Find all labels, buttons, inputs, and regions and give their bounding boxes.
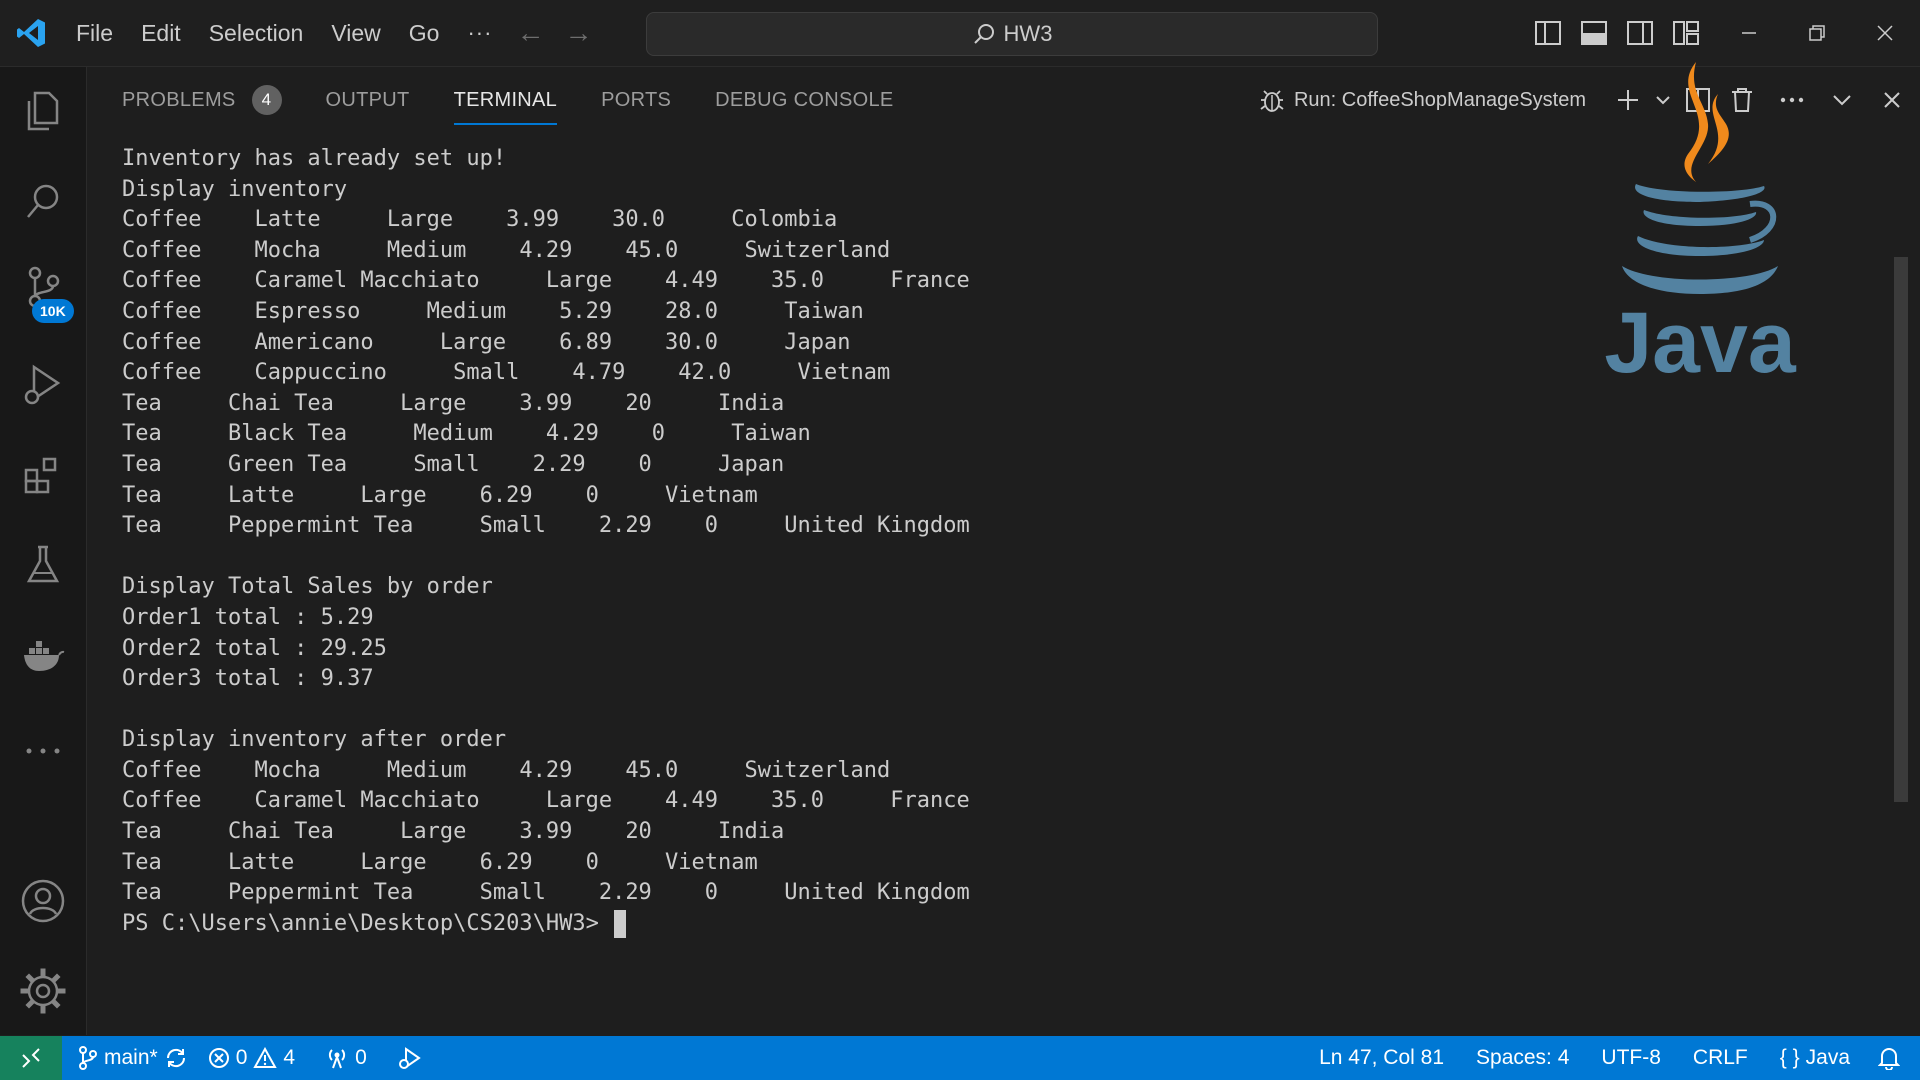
tab-problems[interactable]: PROBLEMS 4 <box>122 67 282 133</box>
problems-indicator[interactable]: 0 4 <box>198 1036 305 1080</box>
cursor-position[interactable]: Ln 47, Col 81 <box>1303 1036 1460 1080</box>
error-count: 0 <box>235 1046 248 1069</box>
indentation[interactable]: Spaces: 4 <box>1460 1036 1585 1080</box>
language-mode[interactable]: { } Java <box>1764 1036 1866 1080</box>
status-right: Ln 47, Col 81 Spaces: 4 UTF-8 CRLF { } J… <box>1303 1036 1920 1080</box>
source-control-icon[interactable]: 10K <box>0 247 86 327</box>
encoding[interactable]: UTF-8 <box>1585 1036 1677 1080</box>
terminal-line: Tea Black Tea Medium 4.29 0 Taiwan <box>122 421 811 447</box>
terminal-output[interactable]: Inventory has already set up! Display in… <box>122 144 1822 1014</box>
terminal-line: Tea Latte Large 6.29 0 Vietnam <box>122 482 758 508</box>
braces-icon: { } <box>1779 1046 1800 1069</box>
menu-view[interactable]: View <box>317 0 394 66</box>
branch-name: main* <box>104 1046 158 1069</box>
tab-ports[interactable]: PORTS <box>601 67 671 133</box>
ports-indicator[interactable]: 0 <box>315 1036 377 1080</box>
terminal-line: Coffee Mocha Medium 4.29 45.0 Switzerlan… <box>122 237 891 263</box>
back-arrow-icon[interactable]: ← <box>506 17 554 49</box>
terminal-line: Tea Green Tea Small 2.29 0 Japan <box>122 451 785 477</box>
terminal-line: Coffee Caramel Macchiato Large 4.49 35.0… <box>122 268 970 294</box>
run-debug-status-icon[interactable] <box>387 1036 433 1080</box>
terminal-line: Coffee Latte Large 3.99 30.0 Colombia <box>122 207 838 233</box>
terminal-line: Coffee Cappuccino Small 4.79 42.0 Vietna… <box>122 360 891 386</box>
menu-go[interactable]: Go <box>395 0 454 66</box>
menu-more[interactable]: ··· <box>453 0 506 66</box>
terminal-line: Display inventory after order <box>122 727 507 753</box>
git-branch-icon <box>79 1046 97 1070</box>
broadcast-icon <box>328 1049 346 1069</box>
terminal-line: Coffee Americano Large 6.89 30.0 Japan <box>122 329 851 355</box>
line-ending[interactable]: CRLF <box>1677 1036 1764 1080</box>
ports-count: 0 <box>355 1046 367 1069</box>
terminal-line: Order2 total : 29.25 <box>122 635 387 661</box>
terminal-line: Order3 total : 9.37 <box>122 666 374 692</box>
terminal-line: Tea Chai Tea Large 3.99 20 India <box>122 390 785 416</box>
command-center-search[interactable]: HW3 <box>646 12 1378 56</box>
tab-terminal[interactable]: TERMINAL <box>453 67 558 133</box>
tab-debug-console[interactable]: DEBUG CONSOLE <box>715 67 893 133</box>
extensions-icon[interactable] <box>0 435 86 515</box>
terminal-line: Coffee Caramel Macchiato Large 4.49 35.0… <box>122 788 970 814</box>
account-icon[interactable] <box>0 861 86 941</box>
settings-gear-icon[interactable] <box>0 951 86 1031</box>
activity-bar: 10K <box>0 67 87 1035</box>
menu-file[interactable]: File <box>62 0 127 66</box>
panel-tabs: PROBLEMS 4 OUTPUT TERMINAL PORTS DEBUG C… <box>87 67 894 133</box>
tab-problems-label: PROBLEMS <box>122 88 236 111</box>
terminal-line: Coffee Espresso Medium 5.29 28.0 Taiwan <box>122 298 864 324</box>
terminal-line: Tea Chai Tea Large 3.99 20 India <box>122 819 785 845</box>
terminal-line: Display inventory <box>122 176 348 202</box>
vscode-logo-icon <box>0 0 62 66</box>
debug-bug-icon <box>1260 90 1284 112</box>
docker-icon[interactable] <box>0 615 86 695</box>
terminal-line: Inventory has already set up! <box>122 146 507 171</box>
terminal-line: Tea Peppermint Tea Small 2.29 0 United K… <box>122 880 970 906</box>
explorer-icon[interactable] <box>0 71 86 151</box>
panel-actions: Run: CoffeeShopManageSystem <box>1258 67 1920 133</box>
error-icon <box>208 1048 229 1068</box>
java-logo-text: Java <box>1604 295 1796 391</box>
search-icon <box>973 24 994 44</box>
testing-flask-icon[interactable] <box>0 525 86 605</box>
terminal-line: Display Total Sales by order <box>122 574 493 600</box>
notifications-bell-icon[interactable] <box>1866 1036 1920 1080</box>
more-views-icon[interactable] <box>0 711 86 791</box>
toggle-primary-sidebar-icon[interactable] <box>1525 0 1571 66</box>
java-logo: Java <box>1600 54 1800 394</box>
close-window-icon[interactable] <box>1851 0 1919 66</box>
terminal-session-selector[interactable]: Run: CoffeeShopManageSystem <box>1258 86 1586 114</box>
search-icon[interactable] <box>0 161 86 241</box>
terminal-scrollbar[interactable] <box>1894 257 1908 802</box>
terminal-line: Tea Latte Large 6.29 0 Vietnam <box>122 849 758 875</box>
run-config-label: Run: CoffeeShopManageSystem <box>1293 88 1586 111</box>
problems-count-badge: 4 <box>251 85 282 115</box>
sync-icon <box>166 1048 185 1068</box>
terminal-cursor <box>614 909 627 938</box>
status-bar: main* 0 4 0 Ln 47, Col 81 Spaces: 4 UTF-… <box>0 1036 1920 1080</box>
run-debug-icon[interactable] <box>0 345 86 425</box>
terminal-line: Tea Peppermint Tea Small 2.29 0 United K… <box>122 513 970 539</box>
menu-selection[interactable]: Selection <box>195 0 318 66</box>
remote-indicator-icon[interactable] <box>0 1036 62 1080</box>
forward-arrow-icon[interactable]: → <box>554 17 602 49</box>
warning-count: 4 <box>283 1046 296 1069</box>
collapse-panel-chevron-icon[interactable] <box>1820 67 1864 133</box>
terminal-prompt: PS C:\Users\annie\Desktop\CS203\HW3> <box>122 910 613 936</box>
branch-indicator[interactable]: main* <box>68 1036 198 1080</box>
menu-edit[interactable]: Edit <box>127 0 195 66</box>
terminal-prompt-line[interactable]: PS C:\Users\annie\Desktop\CS203\HW3> <box>122 909 1822 940</box>
language-name: Java <box>1805 1046 1850 1069</box>
source-control-badge: 10K <box>32 299 74 323</box>
warning-icon <box>253 1047 278 1068</box>
close-panel-icon[interactable] <box>1864 67 1920 133</box>
terminal-line: Coffee Mocha Medium 4.29 45.0 Switzerlan… <box>122 757 891 783</box>
tab-output[interactable]: OUTPUT <box>326 67 410 133</box>
command-center-text: HW3 <box>1003 21 1053 46</box>
terminal-line: Order1 total : 5.29 <box>122 604 374 630</box>
